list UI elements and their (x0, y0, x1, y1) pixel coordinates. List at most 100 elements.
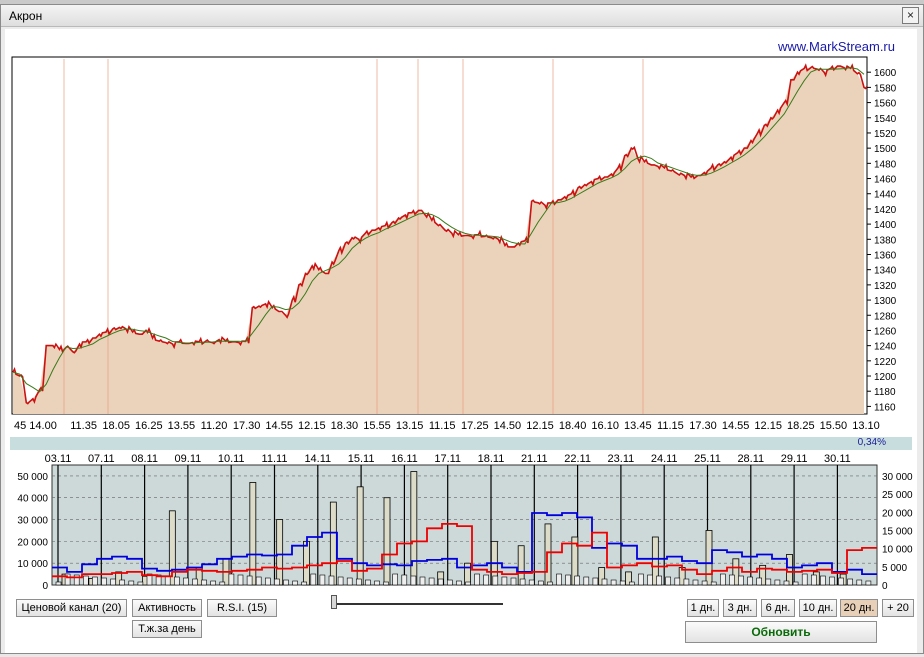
left-axis-label: 0 (42, 581, 48, 589)
small-volume-bar (419, 576, 426, 586)
small-volume-bar (801, 573, 808, 586)
small-volume-bar (365, 579, 371, 586)
volume-bar (276, 519, 284, 586)
period-3-days-button[interactable]: 3 дн. (723, 599, 757, 617)
small-volume-bar (110, 578, 116, 586)
small-volume-bar (519, 578, 526, 586)
small-volume-bar (847, 578, 854, 586)
small-volume-bar (337, 576, 344, 586)
small-volume-bar (446, 579, 453, 586)
small-volume-bar (719, 573, 726, 586)
date-label: 08.11 (131, 453, 158, 465)
small-volume-bar (556, 573, 562, 586)
period-20-days-button[interactable]: 20 дн. (840, 599, 878, 617)
small-volume-bar (674, 577, 681, 586)
small-volume-bar (410, 575, 417, 586)
small-volume-bar (601, 578, 608, 586)
small-volume-bar (492, 575, 499, 586)
small-volume-bar (255, 576, 262, 586)
slider-thumb[interactable] (331, 595, 337, 609)
right-axis-label: 20 000 (882, 508, 913, 519)
refresh-button[interactable]: Обновить (685, 621, 877, 643)
small-volume-bar (292, 580, 298, 586)
small-volume-bar (665, 576, 672, 586)
volume-bar (544, 523, 552, 586)
small-volume-bar (628, 581, 635, 586)
daily-volume-button[interactable]: Т.ж.за день (132, 620, 202, 638)
right-axis-label: 30 000 (882, 472, 913, 483)
small-volume-bar (537, 580, 544, 586)
small-volume-bar (174, 576, 180, 586)
small-volume-bar (465, 581, 471, 586)
small-volume-bar (83, 575, 89, 586)
small-volume-bar (592, 577, 599, 586)
small-volume-bar (810, 574, 817, 586)
date-label: 03.11 (45, 453, 72, 465)
date-label: 15.11 (348, 453, 375, 465)
small-volume-bar (710, 581, 717, 586)
small-volume-bar (547, 581, 553, 586)
date-label: 17.11 (434, 453, 461, 465)
small-volume-bar (619, 580, 626, 586)
small-volume-bar (228, 573, 235, 586)
small-volume-bar (756, 577, 763, 586)
small-volume-bar (164, 575, 171, 586)
volume-bar (329, 501, 337, 586)
volume-bar (383, 497, 391, 586)
small-volume-bar (383, 581, 389, 586)
small-volume-bar (192, 578, 198, 586)
close-button[interactable]: × (902, 7, 919, 24)
title-bar[interactable]: Акрон × (1, 5, 923, 27)
small-volume-bar (119, 579, 125, 586)
small-volume-bar (246, 575, 253, 586)
window-title: Акрон (9, 9, 43, 23)
right-axis-label: 0 (882, 581, 888, 589)
small-volume-bar (137, 581, 144, 586)
small-volume-bar (856, 579, 863, 586)
small-volume-bar (237, 574, 244, 586)
small-volume-bar (692, 579, 699, 586)
left-axis-label: 20 000 (17, 537, 48, 548)
small-volume-bar (437, 578, 444, 586)
small-volume-bar (656, 575, 662, 586)
date-label: 18.11 (478, 453, 505, 465)
left-axis-label: 10 000 (17, 559, 48, 570)
small-volume-bar (638, 573, 644, 586)
small-volume-bar (510, 577, 517, 586)
small-volume-bar (701, 580, 708, 586)
small-volume-bar (501, 576, 508, 586)
date-label: 16.11 (391, 453, 418, 465)
right-axis-label: 10 000 (882, 545, 913, 556)
date-label: 30.11 (824, 453, 851, 465)
period-10-days-button[interactable]: 10 дн. (799, 599, 837, 617)
right-axis-label: 5 000 (882, 563, 907, 574)
period-1-day-button[interactable]: 1 дн. (687, 599, 719, 617)
date-label: 11.11 (262, 453, 288, 465)
date-label: 29.11 (781, 453, 808, 465)
date-label: 25.11 (694, 453, 721, 465)
period-more-button[interactable]: + 20 (882, 599, 914, 617)
small-volume-bar (820, 575, 826, 586)
volume-bar (303, 540, 310, 586)
period-6-days-button[interactable]: 6 дн. (761, 599, 795, 617)
volume-bar (410, 471, 418, 586)
date-label: 09.11 (175, 453, 202, 465)
small-volume-bar (865, 580, 872, 586)
small-volume-bar (783, 580, 790, 586)
small-volume-bar (729, 574, 735, 586)
small-volume-bar (583, 576, 590, 586)
date-label: 14.11 (304, 453, 331, 465)
small-volume-bar (456, 580, 462, 586)
small-volume-bar (219, 581, 226, 586)
price-channel-button[interactable]: Ценовой канал (20) (16, 599, 127, 617)
rsi-button[interactable]: R.S.I. (15) (207, 599, 277, 617)
small-volume-bar (647, 574, 653, 586)
activity-button[interactable]: Активность (132, 599, 202, 617)
small-volume-bar (355, 578, 362, 586)
small-volume-bar (128, 580, 135, 586)
date-label: 28.11 (737, 453, 764, 465)
small-volume-bar (792, 581, 799, 586)
small-volume-bar (401, 574, 408, 586)
small-volume-bar (283, 579, 289, 586)
slider-track[interactable] (333, 603, 503, 605)
